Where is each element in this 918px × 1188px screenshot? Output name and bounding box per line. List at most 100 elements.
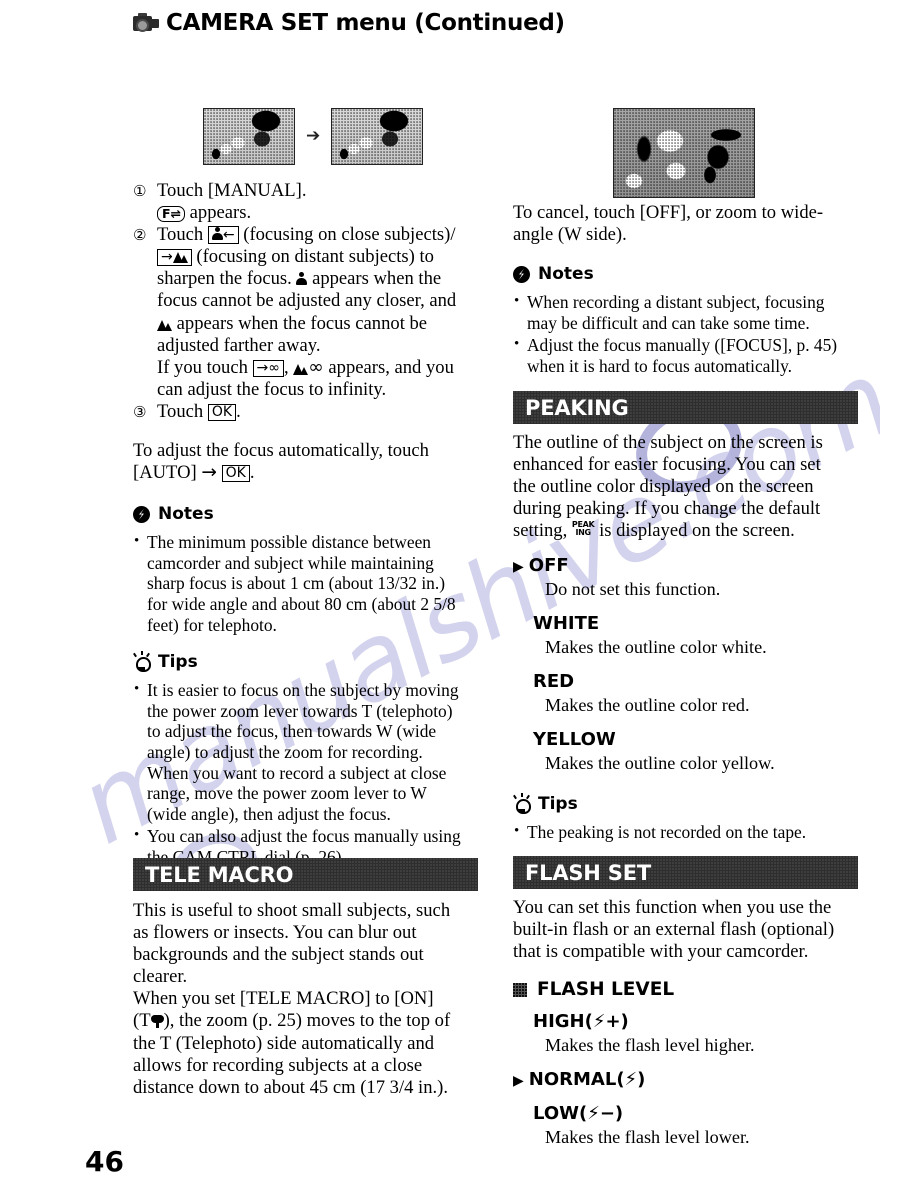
ok-key-icon[interactable]: OK [207, 403, 237, 421]
option-label: NORMAL(⚡) [528, 1069, 646, 1091]
option-peaking-off[interactable]: ▶ OFF [513, 555, 846, 576]
square-bullet-icon [513, 982, 527, 997]
step-2-after-mountain: appears when the focus cannot be adjuste… [157, 312, 428, 356]
step-3-trailing: . [236, 400, 241, 422]
focus-far-key-icon[interactable]: → [157, 249, 192, 267]
list-item: When recording a distant subject, focusi… [513, 291, 846, 333]
option-flash-high[interactable]: HIGH(⚡+) [513, 1011, 846, 1032]
tips-list-left: It is easier to focus on the subject by … [133, 679, 466, 867]
notes-icon [133, 505, 150, 523]
option-peaking-white-desc: Makes the outline color white. [545, 637, 767, 658]
notes-list-left: The minimum possible distance between ca… [133, 531, 466, 635]
infinity-lead: If you touch [157, 356, 248, 378]
option-peaking-red-desc: Makes the outline color red. [545, 695, 750, 716]
ok-key-icon-2[interactable]: OK [221, 465, 250, 483]
section-bar-peaking: PEAKING [513, 391, 858, 424]
peaking-indicator-icon: PEAK ING [572, 520, 595, 538]
tele-macro-body: This is useful to shoot small subjects, … [133, 900, 466, 1099]
figure-arrow-icon: ➔ [306, 126, 321, 146]
option-label: RED [533, 671, 575, 693]
auto-focus-lead: To adjust the focus automatically, touch [133, 440, 429, 462]
step-1-text: Touch [MANUAL]. [157, 180, 307, 201]
focus-infinity-key-icon[interactable]: →∞ [252, 359, 284, 377]
section-bar-tele-macro: TELE MACRO [133, 858, 478, 891]
tulip-macro-icon [150, 1014, 164, 1029]
figure-after-image [331, 108, 424, 165]
option-flash-low-desc: Makes the flash level lower. [545, 1127, 750, 1148]
option-label: OFF [528, 555, 569, 577]
option-label: HIGH(⚡+) [533, 1011, 629, 1033]
peak-icon-line-2: ING [575, 528, 591, 538]
flash-set-body: You can set this function when you use t… [513, 897, 846, 1148]
tips-heading-right: Tips [513, 793, 846, 815]
person-icon [296, 272, 308, 286]
option-label: YELLOW [533, 729, 616, 751]
option-label: WHITE [533, 613, 600, 635]
mountain-infinity-icon [293, 362, 309, 375]
list-item: It is easier to focus on the subject by … [133, 679, 466, 824]
option-peaking-yellow[interactable]: YELLOW [513, 729, 846, 750]
peaking-intro-part2: is displayed on the screen. [599, 520, 795, 542]
step-2-distant-label: (focusing on distant subjects) to [196, 246, 434, 268]
arrow-right-icon: → [201, 462, 217, 484]
section-title-peaking: PEAKING [525, 395, 629, 420]
section-title-flash-set: FLASH SET [525, 860, 651, 885]
tele-macro-paragraph-2: When you set [TELE MACRO] to [ON] (T), t… [133, 988, 466, 1098]
notes-list-right: When recording a distant subject, focusi… [513, 291, 846, 376]
figure-before-image [203, 108, 295, 165]
step-1-number: ① [133, 182, 147, 200]
peaking-intro: The outline of the subject on the screen… [513, 432, 846, 542]
step-3-lead: Touch [157, 400, 204, 422]
notes-heading-label: Notes [158, 504, 214, 525]
tele-macro-paragraph-1: This is useful to shoot small subjects, … [133, 900, 451, 988]
option-flash-normal[interactable]: ▶ NORMAL(⚡) [513, 1069, 846, 1090]
step-2-infinity-note: If you touch →∞, ∞ appears, and you can … [133, 357, 466, 401]
flash-set-intro: You can set this function when you use t… [513, 897, 835, 963]
default-marker-icon: ▶ [513, 559, 524, 576]
step-2: ② Touch ← (focusing on close subjects)/ … [133, 224, 466, 357]
auto-focus-trailing: . [249, 462, 255, 484]
focus-indicator-icon: F⇌ [157, 206, 186, 223]
tips-heading-label: Tips [538, 794, 578, 815]
running-head: CAMERA SET menu (Continued) [133, 10, 565, 36]
default-marker-icon: ▶ [513, 1073, 524, 1090]
left-column-body: ① Touch [MANUAL]. F⇌ appears. ② Touch ← … [133, 180, 466, 870]
camcorder-icon [133, 13, 159, 33]
tele-macro-p2-open: (T [133, 1010, 151, 1032]
option-flash-low[interactable]: LOW(⚡−) [513, 1103, 846, 1124]
step-2-number: ② [133, 226, 147, 245]
option-flash-high-desc: Makes the flash level higher. [545, 1035, 755, 1056]
mountain-icon [157, 318, 172, 331]
tele-macro-p2-lead: When you set [TELE MACRO] to [ON] [133, 988, 434, 1010]
focus-near-key-icon[interactable]: ← [207, 226, 239, 245]
step-3-text: Touch OK. [157, 401, 466, 423]
option-label: LOW(⚡−) [533, 1103, 624, 1125]
tips-list-right: The peaking is not recorded on the tape. [513, 821, 846, 843]
list-item: Adjust the focus manually ([FOCUS], p. 4… [513, 334, 846, 376]
infinity-symbol-icon: ∞ [308, 356, 324, 378]
right-column-body: To cancel, touch [OFF], or zoom to wide-… [513, 202, 846, 379]
step-3: ③ Touch OK. [133, 401, 466, 423]
notes-icon [513, 265, 530, 283]
manual-page: CAMERA SET menu (Continued) ➔ ① Touch [M… [0, 0, 918, 1188]
step-2-rest: sharpen the focus. [157, 268, 292, 290]
option-peaking-white[interactable]: WHITE [513, 613, 846, 634]
notes-heading-right: Notes [513, 264, 846, 284]
section-bar-flash-set: FLASH SET [513, 856, 858, 889]
step-2-text: Touch ← (focusing on close subjects)/ → … [157, 224, 466, 357]
sub-heading-label: FLASH LEVEL [537, 979, 675, 1001]
running-head-title: CAMERA SET menu (Continued) [166, 10, 565, 36]
auto-focus-bracket: [AUTO] [133, 462, 197, 484]
step-1-subline: F⇌ appears. [133, 202, 466, 224]
option-peaking-red[interactable]: RED [513, 671, 846, 692]
step-2-close-label: (focusing on close subjects)/ [243, 224, 456, 246]
page-number: 46 [85, 1145, 124, 1178]
notes-heading-left: Notes [133, 504, 466, 524]
option-peaking-yellow-desc: Makes the outline color yellow. [545, 753, 775, 774]
step-2-lead: Touch [157, 224, 204, 246]
peaking-body: The outline of the subject on the screen… [513, 432, 846, 845]
list-item: The minimum possible distance between ca… [133, 531, 466, 635]
sub-heading-flash-level: FLASH LEVEL [513, 979, 846, 1000]
notes-heading-label: Notes [538, 264, 594, 285]
figure-butterfly [613, 108, 755, 198]
